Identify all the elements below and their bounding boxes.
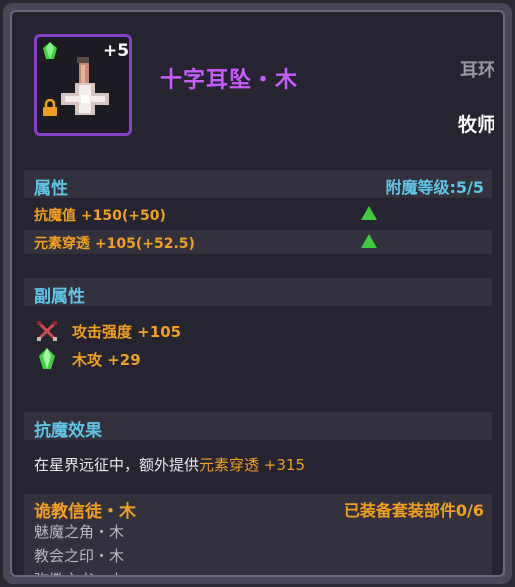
- attributes-header: 属性 附魔等级:5/5: [24, 170, 492, 199]
- wood-element-gem-icon: [43, 42, 57, 59]
- sub-stat-row: 攻击强度 +105: [24, 318, 492, 344]
- sub-attributes-title: 副属性: [34, 287, 85, 307]
- green-gem-icon: [39, 348, 55, 369]
- sub-stat-row: 木攻 +29: [24, 346, 492, 372]
- effect-text: 在星界远征中，额外提供: [34, 456, 200, 474]
- item-name: 十字耳坠・木: [160, 68, 299, 93]
- effect-highlight: 元素穿透 +315: [199, 456, 305, 474]
- item-slot: 耳环: [460, 60, 494, 81]
- stat-label: 元素穿透 +105(+52.5): [34, 236, 195, 252]
- item-icon-frame: +5: [34, 34, 132, 136]
- effect-title: 抗魔效果: [34, 421, 102, 441]
- stat-label: 抗魔值 +150(+50): [34, 208, 166, 224]
- effect-header: 抗魔效果: [24, 412, 492, 441]
- item-tooltip: +5 十字耳坠・木 耳环 牧师 属性 附魔等级:5/5 抗魔值 +150(+50…: [10, 10, 505, 577]
- up-arrow-icon: [361, 234, 377, 248]
- enchant-level: 附魔等级:5/5: [385, 178, 484, 197]
- set-progress: 已装备套装部件0/6: [343, 501, 484, 520]
- item-class: 牧师: [457, 114, 494, 136]
- lock-icon: [43, 99, 57, 116]
- crossed-swords-icon: [37, 321, 57, 341]
- tooltip-content: +5 十字耳坠・木 耳环 牧师 属性 附魔等级:5/5 抗魔值 +150(+50…: [24, 24, 494, 575]
- set-header: 诡教信徒・木 已装备套装部件0/6: [24, 494, 492, 522]
- cross-earring-icon: [61, 57, 109, 115]
- attributes-title: 属性: [34, 179, 68, 199]
- stat-row: 抗魔值 +150(+50): [24, 202, 492, 226]
- set-name: 诡教信徒・木: [34, 502, 136, 522]
- effect-description: 在星界远征中，额外提供元素穿透 +315: [24, 454, 492, 478]
- stat-row: 元素穿透 +105(+52.5): [24, 230, 492, 254]
- sub-attributes-header: 副属性: [24, 278, 492, 307]
- sub-stat-label: 木攻 +29: [72, 351, 141, 369]
- up-arrow-icon: [361, 206, 377, 220]
- sub-stat-label: 攻击强度 +105: [72, 323, 182, 341]
- set-item: 魅魔之角・木: [24, 520, 492, 544]
- set-item: 弥撒之书・木: [24, 568, 492, 575]
- set-item: 教会之印・木: [24, 544, 492, 568]
